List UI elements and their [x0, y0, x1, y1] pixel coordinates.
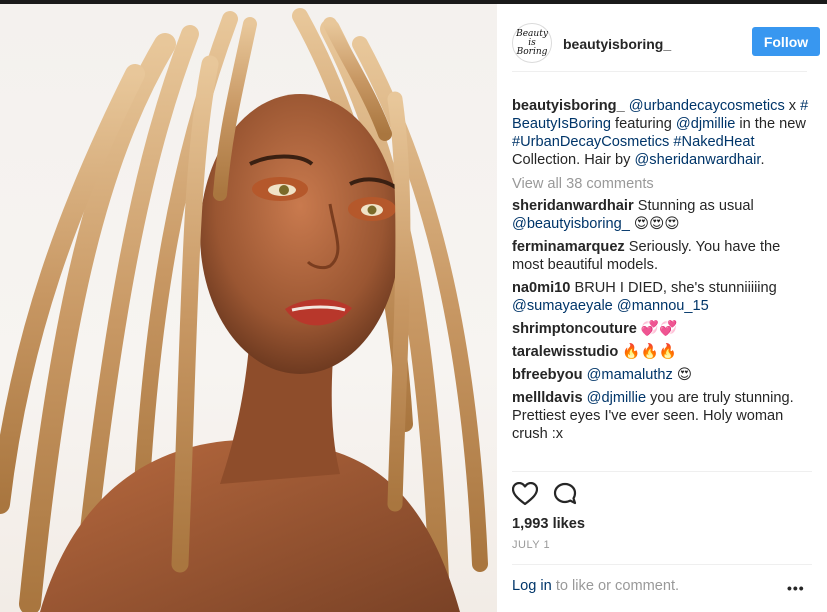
view-all-comments-link[interactable]: View all 38 comments — [512, 175, 812, 193]
comment-emoji: 💞💞 — [640, 321, 678, 337]
comment-item: bfreebyou @mamaluthz 😍 — [512, 366, 812, 384]
comment-mention[interactable]: @mannou_15 — [617, 298, 709, 314]
login-prompt: Log in to like or comment. — [512, 578, 679, 594]
comment-mention[interactable]: @beautyisboring_ — [512, 216, 630, 232]
comment-item: shrimptoncouture 💞💞 — [512, 320, 812, 338]
comment-username[interactable]: mellldavis — [512, 390, 583, 406]
heart-icon[interactable] — [511, 481, 539, 511]
follow-button[interactable]: Follow — [752, 27, 820, 56]
login-link[interactable]: Log in — [512, 578, 552, 594]
post-header: Beauty is Boring beautyisboring_ Follow — [512, 18, 820, 72]
caption-text: x — [784, 98, 801, 114]
caption-text: Collection. Hair by — [512, 152, 635, 168]
comment-item: na0mi10 BRUH I DIED, she's stunniiiiing … — [512, 279, 812, 315]
post-photo[interactable] — [0, 4, 497, 612]
comment-mention[interactable]: @sumayaeyale — [512, 298, 613, 314]
comment-username[interactable]: shrimptoncouture — [512, 321, 637, 337]
caption-mention[interactable]: @urbandecaycosmetics — [629, 98, 785, 114]
comment-item: taralewisstudio 🔥🔥🔥 — [512, 343, 812, 361]
caption-hashtag[interactable]: #NakedHeat — [673, 134, 754, 150]
comment-emoji: 😍 — [672, 367, 693, 383]
caption-author[interactable]: beautyisboring_ — [512, 98, 625, 114]
avatar[interactable]: Beauty is Boring — [512, 23, 552, 63]
comment-username[interactable]: ferminamarquez — [512, 239, 625, 255]
comment-mention[interactable]: @djmillie — [587, 390, 646, 406]
caption-mention[interactable]: @sheridanwardhair — [634, 152, 760, 168]
comment-item: sheridanwardhair Stunning as usual @beau… — [512, 197, 812, 233]
comment-username[interactable]: bfreebyou — [512, 367, 583, 383]
comments-list: beautyisboring_ @urbandecaycosmetics x #… — [512, 97, 812, 448]
post-date[interactable]: JULY 1 — [512, 539, 550, 551]
login-text: to like or comment. — [551, 578, 680, 594]
likes-count[interactable]: 1,993 likes — [512, 516, 585, 532]
comment-username[interactable]: sheridanwardhair — [512, 198, 634, 214]
caption-text: featuring — [610, 116, 676, 132]
caption-text: in the new — [735, 116, 806, 132]
comment-emoji: 😍😍😍 — [629, 216, 680, 232]
comment-item: ferminamarquez Seriously. You have the m… — [512, 238, 812, 274]
portrait-image — [0, 8, 488, 612]
caption-hashtag[interactable]: #UrbanDecayCosmetics — [512, 134, 669, 150]
comment-mention[interactable]: @mamaluthz — [587, 367, 673, 383]
comment-text: Stunning as usual — [637, 198, 754, 214]
caption-text: . — [760, 152, 765, 168]
post-caption: beautyisboring_ @urbandecaycosmetics x #… — [512, 97, 812, 169]
divider — [512, 471, 812, 472]
author-username[interactable]: beautyisboring_ — [563, 36, 671, 52]
caption-mention[interactable]: @djmillie — [676, 116, 735, 132]
comment-bubble-icon[interactable] — [553, 482, 579, 511]
comment-emoji: 🔥🔥🔥 — [622, 344, 677, 360]
comment-text: BRUH I DIED, she's stunniiiiing — [574, 280, 777, 296]
comment-username[interactable]: taralewisstudio — [512, 344, 618, 360]
divider — [512, 564, 812, 565]
comment-username[interactable]: na0mi10 — [512, 280, 570, 296]
more-options-icon[interactable]: ••• — [787, 580, 805, 596]
comment-item: mellldavis @djmillie you are truly stunn… — [512, 389, 812, 443]
post-panel: Beauty is Boring beautyisboring_ Follow … — [497, 4, 827, 612]
